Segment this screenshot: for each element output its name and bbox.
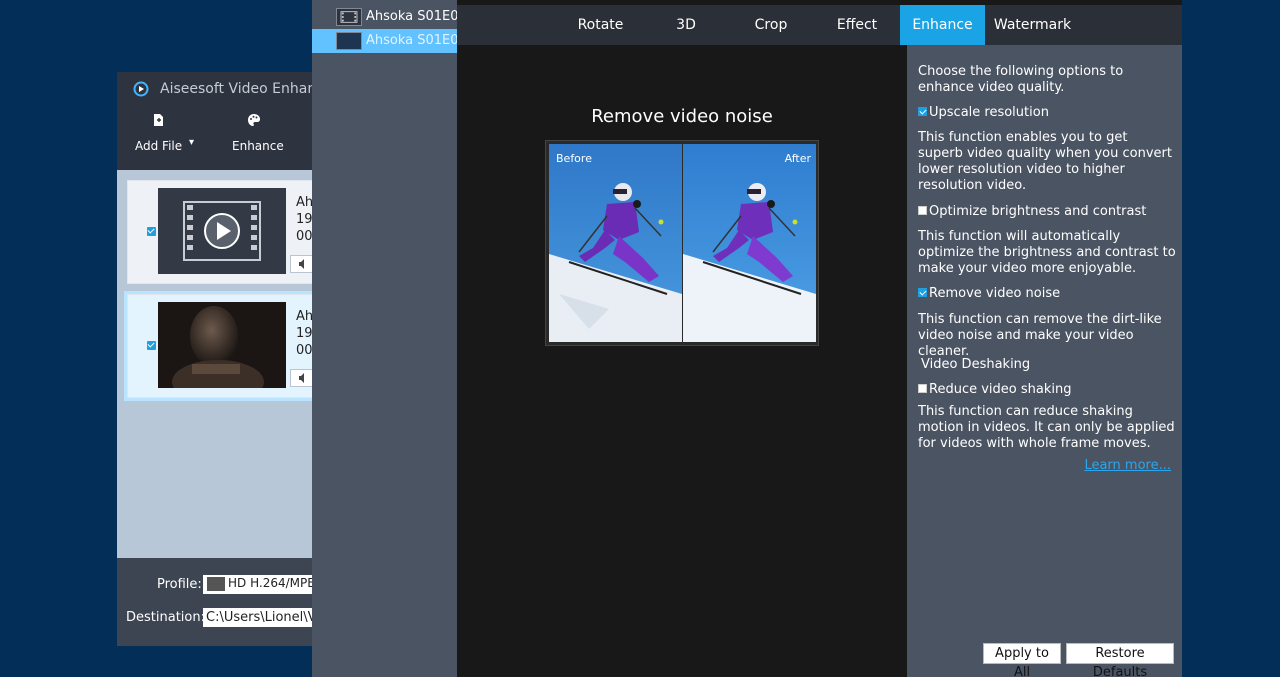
dialog-file-name: Ahsoka S01E0... [366,9,471,24]
app-title: Aiseesoft Video Enhancer [160,81,317,97]
dialog-file-item[interactable]: Ahsoka S01E0... [312,29,471,53]
checkbox-checked-icon[interactable] [918,107,927,116]
file-list: Ahs 19 00 [117,170,317,558]
add-file-label: Add File [135,139,183,153]
destination-input[interactable]: C:\Users\Lionel\Vi [203,608,317,627]
reduce-shaking-checkbox[interactable]: Reduce video shaking [918,382,1071,397]
list-item[interactable]: Ahs 19 00 [127,294,317,398]
app-logo-icon [133,81,149,97]
hd-format-icon [207,577,225,591]
file-resolution: 19 [296,212,313,227]
file-checkbox[interactable] [147,341,156,350]
tab-3d[interactable]: 3D [644,5,728,45]
optimize-brightness-label: Optimize brightness and contrast [929,204,1147,219]
preview-area: Remove video noise Before After [457,45,907,677]
skier-image [683,144,816,342]
video-thumbnail [158,302,286,388]
enhance-options-panel: Choose the following options to enhance … [907,45,1182,677]
tab-effect[interactable]: Effect [814,5,900,45]
desktop-background [1182,0,1280,677]
checkbox-checked-icon[interactable] [918,288,927,297]
upscale-description: This function enables you to get superb … [918,130,1172,193]
file-duration: 00 [296,343,313,358]
dialog-file-name: Ahsoka S01E0... [366,33,471,48]
tab-rotate[interactable]: Rotate [557,5,644,45]
film-strip-icon [336,8,362,26]
shaking-description: This function can reduce shaking motion … [918,404,1175,451]
audio-track-button[interactable] [290,255,314,273]
preview-title: Remove video noise [591,106,773,127]
add-file-button[interactable]: Add File ▾ [129,105,201,170]
remove-noise-checkbox[interactable]: Remove video noise [918,286,1060,301]
main-window: Aiseesoft Video Enhancer Add File ▾ Enha… [117,72,317,646]
speaker-icon [299,259,304,269]
video-frame-image [158,302,286,388]
checkbox-unchecked-icon[interactable] [918,206,927,215]
tab-watermark[interactable]: Watermark [985,5,1080,45]
skier-image [549,144,682,342]
dialog-file-item[interactable]: Ahsoka S01E0... [312,5,471,29]
profile-label: Profile: [157,577,202,592]
apply-to-all-button[interactable]: Apply to All [983,643,1061,677]
title-bar: Aiseesoft Video Enhancer [117,72,317,105]
audio-track-button[interactable] [290,369,314,387]
profile-select[interactable]: HD H.264/MPEG [203,575,317,594]
enhance-dialog: Ahsoka S01E0... Ahsoka S01E0... Rotate 3… [312,0,1182,677]
enhance-label: Enhance [232,139,284,153]
file-checkbox[interactable] [147,227,156,236]
dialog-file-list: Ahsoka S01E0... Ahsoka S01E0... [312,0,471,677]
checkbox-unchecked-icon[interactable] [918,384,927,393]
video-thumbnail [158,188,286,274]
destination-label: Destination: [126,610,205,625]
file-resolution: 19 [296,326,313,341]
brightness-description: This function will automatically optimiz… [918,229,1176,276]
add-file-icon [154,114,163,126]
film-strip-icon [158,188,286,274]
palette-icon [248,114,260,126]
speaker-icon [299,373,304,383]
main-toolbar: Add File ▾ Enhance [117,105,317,170]
restore-defaults-button[interactable]: Restore Defaults [1066,643,1174,677]
file-duration: 00 [296,229,313,244]
list-item[interactable]: Ahs 19 00 [127,180,317,284]
reduce-shaking-label: Reduce video shaking [929,382,1072,397]
profile-value: HD H.264/MPEG [228,576,317,590]
chevron-down-icon[interactable]: ▾ [189,137,194,148]
upscale-resolution-checkbox[interactable]: Upscale resolution [918,105,1049,120]
video-thumbnail [336,32,362,50]
deshaking-heading: Video Deshaking [921,357,1031,372]
before-image: Before [549,144,682,342]
tab-bar: Rotate 3D Crop Effect Enhance Watermark [457,5,1182,45]
output-settings: Profile: HD H.264/MPEG Destination: C:\U… [117,558,317,646]
after-label: After [784,152,811,165]
learn-more-link[interactable]: Learn more... [1084,458,1171,473]
optimize-brightness-checkbox[interactable]: Optimize brightness and contrast [918,204,1146,219]
before-label: Before [556,152,592,165]
after-image: After [683,144,816,342]
options-intro: Choose the following options to enhance … [918,64,1124,95]
tab-enhance[interactable]: Enhance [900,5,985,45]
noise-description: This function can remove the dirt-like v… [918,312,1162,359]
before-after-preview: Before After [545,140,819,346]
tab-crop[interactable]: Crop [728,5,814,45]
upscale-resolution-label: Upscale resolution [929,105,1049,120]
enhance-button[interactable]: Enhance [227,105,299,170]
remove-noise-label: Remove video noise [929,286,1061,301]
